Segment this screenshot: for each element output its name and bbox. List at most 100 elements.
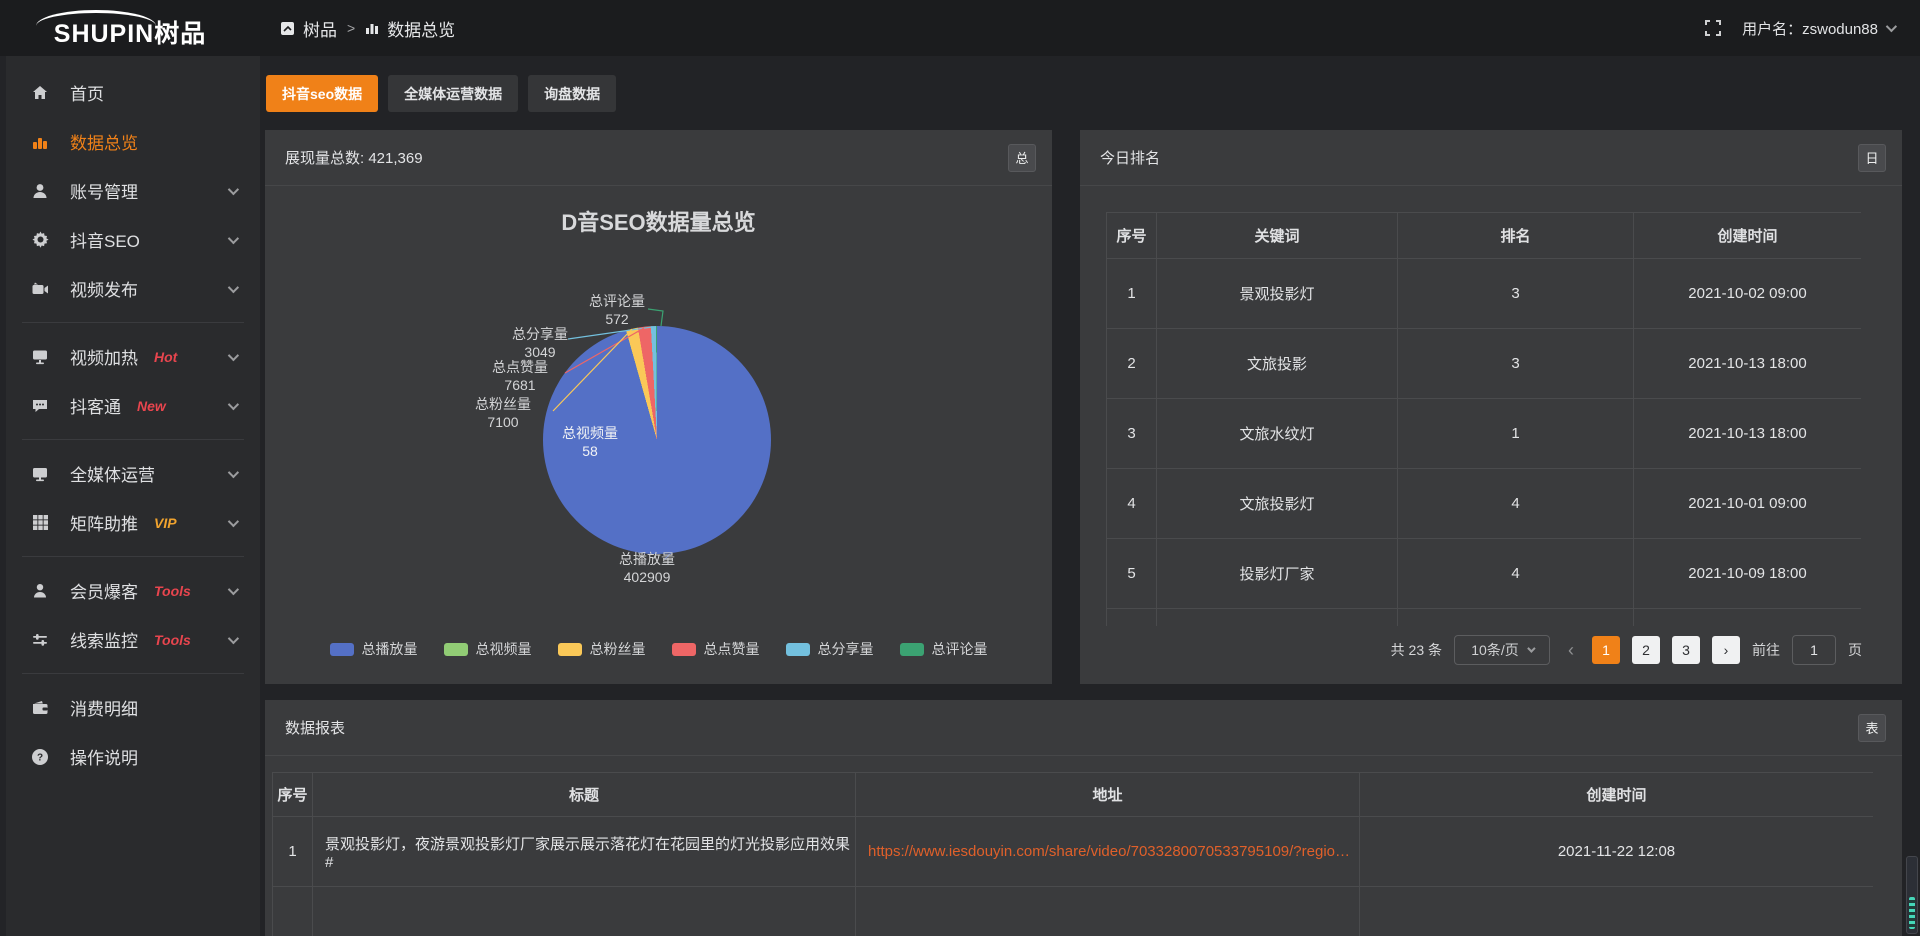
sliders-icon: [30, 630, 50, 650]
rank-card-header: 今日排名 日: [1080, 130, 1902, 186]
chevron-down-icon: [228, 515, 239, 526]
chart-legend: 总播放量 总视频量 总粉丝量 总点赞量 总分享量 总评论量: [265, 639, 1052, 659]
sidebar-item-media-operation[interactable]: 全媒体运营: [6, 449, 260, 498]
table-row: 3文旅水纹灯12021-10-13 18:00: [1107, 399, 1862, 469]
sidebar-item-label: 全媒体运营: [70, 461, 155, 486]
sidebar-item-douketong[interactable]: 抖客通 New: [6, 381, 260, 430]
total-view-button[interactable]: 总: [1008, 144, 1036, 172]
sidebar-divider: [22, 322, 244, 323]
sidebar: 首页 数据总览 账号管理 抖音SEO 视频发布 视频加热 Hot: [0, 56, 260, 936]
page-button-3[interactable]: 3: [1672, 636, 1700, 664]
monitor-icon: [30, 464, 50, 484]
vip-badge: VIP: [154, 515, 177, 531]
page-scrollbar-thumb[interactable]: [1909, 897, 1915, 929]
legend-item-comments[interactable]: 总评论量: [900, 639, 988, 659]
sidebar-item-video-publish[interactable]: 视频发布: [6, 264, 260, 313]
chevron-down-icon: [228, 398, 239, 409]
sidebar-item-douyin-seo[interactable]: 抖音SEO: [6, 215, 260, 264]
tools-badge: Tools: [154, 583, 191, 599]
sidebar-item-matrix-boost[interactable]: 矩阵助推 VIP: [6, 498, 260, 547]
main-content: 抖音seo数据 全媒体运营数据 询盘数据 展现量总数: 421,369 总 D音…: [260, 56, 1920, 936]
pie-label-videos: 总视频量58: [535, 424, 645, 460]
pie-label-comments: 总评论量572: [562, 292, 672, 328]
legend-item-likes[interactable]: 总点赞量: [672, 639, 760, 659]
sidebar-item-member-leads[interactable]: 会员爆客 Tools: [6, 566, 260, 615]
table-row-partial: [273, 887, 1874, 936]
col-created-at: 创建时间: [1634, 213, 1862, 259]
tab-media-operation-data[interactable]: 全媒体运营数据: [388, 75, 518, 112]
wallet-icon: [30, 698, 50, 718]
prev-page-button[interactable]: ‹: [1562, 640, 1580, 661]
chevron-down-icon: [228, 632, 239, 643]
legend-item-videos[interactable]: 总视频量: [444, 639, 532, 659]
bar-chart-icon: [30, 132, 50, 152]
svg-text:?: ?: [37, 752, 43, 763]
legend-item-plays[interactable]: 总播放量: [330, 639, 418, 659]
chart-title: D音SEO数据量总览: [265, 205, 1052, 237]
sidebar-divider: [22, 673, 244, 674]
chevron-down-icon: [228, 232, 239, 243]
col-index: 序号: [1107, 213, 1157, 259]
sidebar-divider: [22, 556, 244, 557]
sidebar-item-label: 视频发布: [70, 276, 138, 301]
sidebar-item-clue-monitor[interactable]: 线索监控 Tools: [6, 615, 260, 664]
chevron-down-icon: [1886, 21, 1897, 32]
sidebar-item-data-overview[interactable]: 数据总览: [6, 117, 260, 166]
sidebar-item-label: 矩阵助推: [70, 510, 138, 535]
gear-icon: [30, 230, 50, 250]
next-page-button[interactable]: ›: [1712, 636, 1740, 664]
sidebar-item-label: 会员爆客: [70, 578, 138, 603]
sidebar-item-home[interactable]: 首页: [6, 68, 260, 117]
pie-label-plays: 总播放量402909: [592, 550, 702, 586]
legend-item-fans[interactable]: 总粉丝量: [558, 639, 646, 659]
table-header-row: 序号 关键词 排名 创建时间: [1107, 213, 1862, 259]
col-url: 地址: [856, 773, 1360, 817]
sidebar-item-label: 消费明细: [70, 695, 138, 720]
rank-card-title: 今日排名: [1100, 147, 1160, 168]
pagination: 共 23 条 10条/页 ‹ 1 2 3 › 前往 页: [1080, 634, 1862, 666]
fullscreen-icon[interactable]: [1704, 19, 1722, 37]
chevron-down-icon: [228, 583, 239, 594]
person-icon: [30, 581, 50, 601]
table-header-row: 序号 标题 地址 创建时间: [273, 773, 1874, 817]
sidebar-item-operation-guide[interactable]: ? 操作说明: [6, 732, 260, 781]
tab-douyin-seo-data[interactable]: 抖音seo数据: [266, 75, 378, 112]
sidebar-item-label: 数据总览: [70, 129, 138, 154]
page-size-select[interactable]: 10条/页: [1454, 635, 1550, 665]
breadcrumb-current: 数据总览: [387, 16, 455, 41]
sidebar-item-label: 操作说明: [70, 744, 138, 769]
user-menu[interactable]: 用户名：zswodun88: [1742, 18, 1894, 39]
total-count-label: 共 23 条: [1391, 640, 1442, 660]
home-icon: [30, 83, 50, 103]
day-view-button[interactable]: 日: [1858, 144, 1886, 172]
table-row-partial: [1107, 609, 1862, 627]
today-rank-card: 今日排名 日 序号 关键词 排名 创建时间 1景观投影灯32021-10-02 …: [1080, 130, 1902, 684]
table-row: 1 景观投影灯，夜游景观投影灯厂家展示展示落花灯在花园里的灯光投影应用效果 # …: [273, 817, 1874, 887]
seo-chart-card: 展现量总数: 421,369 总 D音SEO数据量总览 总评论量572 总分享量…: [265, 130, 1052, 684]
sidebar-item-label: 首页: [70, 80, 104, 105]
table-view-button[interactable]: 表: [1858, 714, 1886, 742]
report-table: 序号 标题 地址 创建时间 1 景观投影灯，夜游景观投影灯厂家展示展示落花灯在花…: [272, 772, 1873, 936]
chevron-down-icon: [228, 281, 239, 292]
goto-page-input[interactable]: [1792, 635, 1836, 665]
sidebar-item-consumption-detail[interactable]: 消费明细: [6, 683, 260, 732]
tools-badge: Tools: [154, 632, 191, 648]
sidebar-item-label: 线索监控: [70, 627, 138, 652]
sidebar-item-video-heating[interactable]: 视频加热 Hot: [6, 332, 260, 381]
table-row: 4文旅投影灯42021-10-01 09:00: [1107, 469, 1862, 539]
username-label: 用户名：zswodun88: [1742, 18, 1878, 39]
page-button-1[interactable]: 1: [1592, 636, 1620, 664]
sidebar-item-label: 抖音SEO: [70, 227, 140, 252]
chart-area: D音SEO数据量总览 总评论量572 总分享量3049 总点赞量7681 总粉丝…: [265, 187, 1052, 684]
impressions-total-label: 展现量总数: 421,369: [285, 147, 423, 168]
rank-table: 序号 关键词 排名 创建时间 1景观投影灯32021-10-02 09:00 2…: [1106, 212, 1861, 626]
data-tabs: 抖音seo数据 全媒体运营数据 询盘数据: [266, 75, 616, 112]
tab-inquiry-data[interactable]: 询盘数据: [528, 75, 616, 112]
sidebar-item-account-management[interactable]: 账号管理: [6, 166, 260, 215]
sidebar-item-label: 抖客通: [70, 393, 121, 418]
question-circle-icon: ?: [30, 747, 50, 767]
video-link[interactable]: https://www.iesdouyin.com/share/video/70…: [856, 817, 1360, 887]
legend-item-shares[interactable]: 总分享量: [786, 639, 874, 659]
page-button-2[interactable]: 2: [1632, 636, 1660, 664]
breadcrumb-root[interactable]: 树品: [303, 16, 337, 41]
